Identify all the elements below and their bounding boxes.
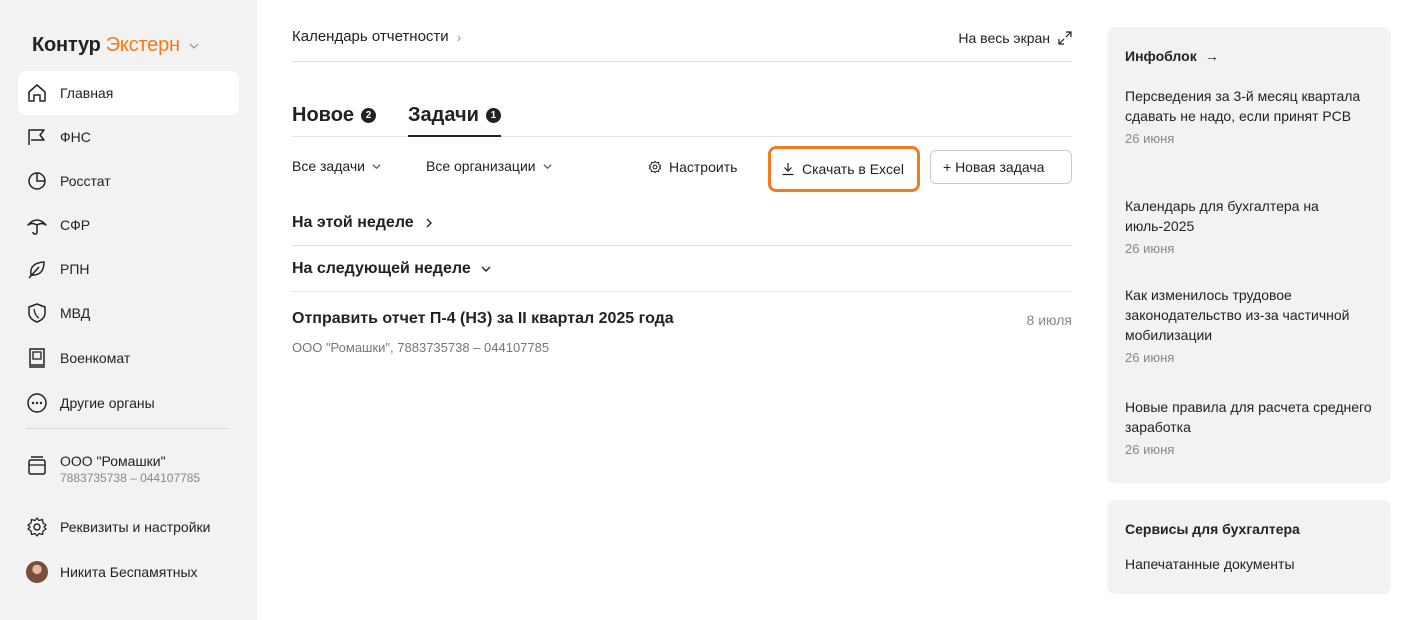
chevron-down-icon (481, 266, 491, 272)
gear-icon (26, 516, 48, 538)
sidebar-item-other[interactable]: Другие органы (18, 381, 239, 425)
expand-icon (1058, 31, 1072, 45)
breadcrumb-label: Календарь отчетности (292, 28, 449, 45)
infoblock-card: Инфоблок → Персведения за 3-й месяц квар… (1107, 27, 1391, 483)
services-title: Сервисы для бухгалтера (1125, 521, 1300, 537)
more-icon (26, 392, 48, 414)
task-date: 8 июля (1026, 312, 1072, 328)
sidebar-item-voenkomat[interactable]: Военкомат (18, 336, 239, 380)
sidebar-item-rosstat[interactable]: Росстат (18, 159, 239, 203)
user-name: Никита Беспамятных (60, 564, 198, 580)
fullscreen-button[interactable]: На весь экран (958, 30, 1072, 46)
news-date: 26 июня (1125, 131, 1175, 146)
chevron-down-icon (543, 163, 552, 169)
task-org: ООО "Ромашки", 7883735738 – 044107785 (292, 340, 550, 355)
leaf-icon (26, 258, 48, 280)
chevron-right-icon (426, 218, 432, 227)
flag-icon (26, 126, 48, 148)
services-card: Сервисы для бухгалтера Напечатанные доку… (1107, 500, 1391, 594)
org-switcher[interactable]: ООО "Ромашки" 7883735738 – 044107785 (26, 452, 200, 486)
sidebar-item-label: РПН (60, 261, 90, 277)
sidebar-item-rpn[interactable]: РПН (18, 247, 239, 291)
umbrella-icon (26, 214, 48, 236)
org-name: ООО "Ромашки" (60, 453, 166, 469)
count-badge: 1 (485, 107, 501, 123)
news-item[interactable]: Персведения за 3-й месяц квартала сдават… (1125, 86, 1381, 146)
sidebar: Контур Экстерн Главная ФНС Росстат СФР Р… (0, 0, 257, 620)
news-title: Как изменилось трудовое законодательство… (1125, 287, 1350, 343)
shield-icon (26, 302, 48, 324)
organization-icon (26, 454, 48, 476)
sidebar-item-fns[interactable]: ФНС (18, 115, 239, 159)
sidebar-divider (26, 428, 229, 429)
breadcrumb[interactable]: Календарь отчетности › (292, 28, 461, 45)
section-title: На следующей неделе (292, 259, 471, 277)
printed-docs-link[interactable]: Напечатанные документы (1125, 556, 1295, 572)
user-profile[interactable]: Никита Беспамятных (18, 550, 239, 594)
news-title: Персведения за 3-й месяц квартала сдават… (1125, 88, 1361, 124)
tasks-filter-dropdown[interactable]: Все задачи (292, 158, 382, 174)
section-this-week[interactable]: На этой неделе (292, 200, 1072, 246)
chevron-down-icon (189, 43, 199, 49)
gear-icon (648, 160, 662, 174)
dropdown-label: Все организации (426, 158, 536, 174)
tab-label: Новое (292, 103, 355, 126)
sidebar-item-label: Военкомат (60, 350, 131, 366)
new-task-button[interactable]: + Новая задача (930, 150, 1072, 184)
count-badge: 2 (361, 107, 377, 123)
avatar (26, 561, 48, 583)
task-title: Отправить отчет П-4 (НЗ) за II квартал 2… (292, 310, 674, 327)
configure-button[interactable]: Настроить (648, 150, 737, 184)
sidebar-item-label: Реквизиты и настройки (60, 519, 211, 535)
brand-name: Контур (32, 34, 101, 56)
download-excel-button[interactable]: Скачать в Excel (768, 146, 920, 192)
tab-new[interactable]: Новое 2 (292, 100, 377, 130)
news-item[interactable]: Календарь для бухгалтера на июль-2025 26… (1125, 196, 1381, 256)
arrow-right-icon: → (1204, 48, 1219, 64)
chevron-right-icon: › (456, 28, 462, 45)
tabs: Новое 2 Задачи 1 (292, 100, 1072, 137)
org-inn: 7883735738 – 044107785 (60, 471, 201, 485)
section-title: На этой неделе (292, 213, 414, 231)
sidebar-item-label: СФР (60, 217, 91, 233)
news-item[interactable]: Как изменилось трудовое законодательство… (1125, 285, 1381, 365)
brand-product: Экстерн (105, 34, 180, 56)
chevron-down-icon (372, 163, 381, 169)
news-date: 26 июня (1125, 241, 1175, 256)
sidebar-item-mvd[interactable]: МВД (18, 291, 239, 335)
dropdown-label: Все задачи (292, 158, 365, 174)
id-card-icon (26, 347, 48, 369)
sidebar-item-sfr[interactable]: СФР (18, 203, 239, 247)
news-item[interactable]: Новые правила для расчета среднего зараб… (1125, 397, 1381, 457)
configure-label: Настроить (669, 159, 738, 175)
pie-chart-icon (26, 170, 48, 192)
sidebar-item-label: МВД (60, 305, 91, 321)
infoblock-title-label: Инфоблок (1125, 48, 1197, 64)
sidebar-item-label: Росстат (60, 173, 111, 189)
orgs-filter-dropdown[interactable]: Все организации (426, 158, 553, 174)
sidebar-item-label: ФНС (60, 129, 91, 145)
news-title: Новые правила для расчета среднего зараб… (1125, 399, 1372, 435)
download-excel-label: Скачать в Excel (802, 161, 904, 177)
sidebar-item-home[interactable]: Главная (18, 71, 239, 115)
fullscreen-label: На весь экран (958, 30, 1050, 46)
sidebar-item-label: Главная (60, 85, 114, 101)
sidebar-item-settings[interactable]: Реквизиты и настройки (18, 505, 239, 549)
news-date: 26 июня (1125, 350, 1175, 365)
task-item[interactable]: Отправить отчет П-4 (НЗ) за II квартал 2… (292, 310, 1072, 355)
header-row: Календарь отчетности › На весь экран (292, 28, 1072, 62)
tab-label: Задачи (408, 103, 479, 126)
news-date: 26 июня (1125, 442, 1175, 457)
download-icon (782, 163, 794, 176)
section-next-week[interactable]: На следующей неделе (292, 246, 1072, 292)
infoblock-title[interactable]: Инфоблок → (1125, 48, 1219, 64)
toolbar: Все задачи Все организации Настроить Ска… (292, 146, 1072, 192)
home-icon (26, 82, 48, 104)
tab-tasks[interactable]: Задачи 1 (408, 100, 501, 137)
sidebar-item-label: Другие органы (60, 395, 155, 411)
new-task-label: + Новая задача (943, 159, 1045, 175)
news-title: Календарь для бухгалтера на июль-2025 (1125, 198, 1319, 234)
app-logo[interactable]: Контур Экстерн (32, 34, 200, 57)
